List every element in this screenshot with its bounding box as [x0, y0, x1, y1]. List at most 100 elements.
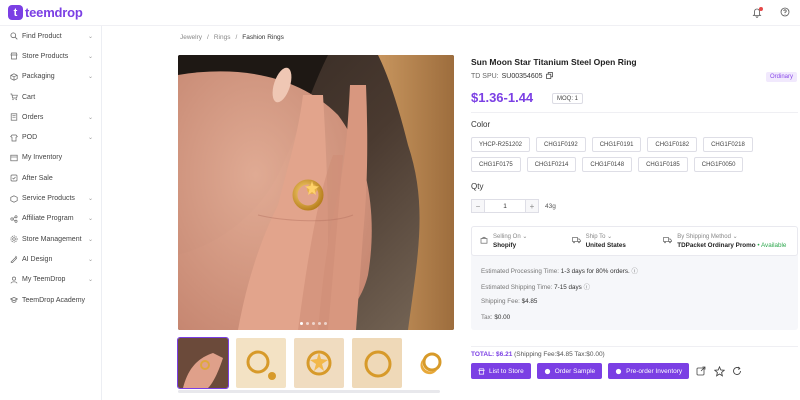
sidebar-item-packaging[interactable]: Packaging ⌄	[0, 67, 101, 87]
chevron-down-icon: ⌄	[87, 33, 93, 40]
ship-to-selector[interactable]: Ship To ⌄ United States	[564, 227, 656, 255]
carousel-dot[interactable]	[300, 322, 303, 325]
sidebar-item-label: Packaging	[22, 73, 55, 81]
cart-icon	[9, 93, 18, 102]
spu-value: SU00354605	[501, 73, 543, 80]
carousel-dot[interactable]	[324, 322, 327, 325]
chevron-down-icon: ⌄	[87, 236, 93, 243]
color-option[interactable]: CHG1F0218	[703, 137, 753, 152]
product-weight: 43g	[545, 202, 556, 210]
star-icon[interactable]	[713, 365, 725, 377]
order-total: TOTAL: $6.21 (Shipping Fee:$4.85 Tax:$0.…	[471, 351, 605, 358]
sidebar-item-my-inventory[interactable]: My Inventory	[0, 148, 101, 168]
sample-icon	[544, 368, 551, 375]
color-label: Color	[471, 120, 491, 129]
list-to-store-button[interactable]: List to Store	[471, 363, 531, 379]
sidebar-item-orders[interactable]: Orders ⌄	[0, 107, 101, 127]
sidebar-item-store-management[interactable]: Store Management ⌄	[0, 229, 101, 249]
carousel-dot[interactable]	[306, 322, 309, 325]
search-icon	[9, 32, 18, 41]
sidebar-item-label: Find Product	[22, 32, 62, 40]
product-title: Sun Moon Star Titanium Steel Open Ring	[471, 57, 637, 67]
breadcrumb-item-rings[interactable]: Rings	[214, 34, 231, 41]
thumbnail-5[interactable]	[410, 338, 460, 388]
pod-icon	[9, 133, 18, 142]
notification-bell-icon[interactable]	[752, 7, 763, 18]
qty-plus-button[interactable]: +	[525, 199, 539, 213]
inventory-icon	[615, 368, 622, 375]
shipping-method-value: TDPacket Ordinary Promo • Available	[677, 242, 787, 249]
thumbnail-1[interactable]	[177, 337, 229, 389]
shipping-panel: Selling On ⌄ Shopify Ship To ⌄ United St…	[471, 226, 798, 330]
breadcrumb-item-jewelry[interactable]: Jewelry	[180, 34, 202, 41]
after-sale-icon	[9, 174, 18, 183]
carousel-dot[interactable]	[318, 322, 321, 325]
thumbnail-3[interactable]	[294, 338, 344, 388]
color-option[interactable]: CHG1F0192	[536, 137, 586, 152]
sidebar-item-ai-design[interactable]: AI Design ⌄	[0, 249, 101, 269]
copy-icon[interactable]	[545, 72, 553, 81]
sidebar-item-label: After Sale	[22, 174, 53, 182]
selling-on-selector[interactable]: Selling On ⌄ Shopify	[472, 227, 564, 255]
sidebar-item-find-product[interactable]: Find Product ⌄	[0, 26, 101, 46]
divider	[471, 346, 798, 347]
logo[interactable]: t teemdrop	[8, 5, 83, 20]
color-option[interactable]: CHG1F0185	[638, 157, 688, 172]
chevron-down-icon: ⌄	[87, 74, 93, 81]
color-option[interactable]: CHG1F0191	[591, 137, 642, 152]
sidebar-item-label: AI Design	[22, 255, 53, 263]
qty-input[interactable]: 1	[485, 199, 525, 213]
pre-order-inventory-button[interactable]: Pre-order Inventory	[608, 363, 690, 379]
shipping-method-selector[interactable]: By Shipping Method ⌄ TDPacket Ordinary P…	[655, 227, 797, 255]
sidebar-item-cart[interactable]: Cart	[0, 87, 101, 107]
qty-minus-button[interactable]: −	[471, 199, 485, 213]
sidebar-item-affiliate-program[interactable]: Affiliate Program ⌄	[0, 209, 101, 229]
sidebar-item-my-teemdrop[interactable]: My TeemDrop ⌄	[0, 270, 101, 290]
color-option[interactable]: YHCP-R251202	[471, 137, 531, 152]
processing-time: Estimated Processing Time: 1-3 days for …	[481, 268, 638, 275]
sidebar-item-label: Orders	[22, 113, 44, 121]
thumbnail-scrollbar[interactable]	[178, 390, 440, 393]
sidebar-item-service-products[interactable]: Service Products ⌄	[0, 188, 101, 208]
main-product-image[interactable]	[178, 55, 454, 330]
info-icon[interactable]: ⓘ	[632, 268, 638, 275]
order-sample-button[interactable]: Order Sample	[536, 363, 603, 379]
color-option[interactable]: CHG1F0148	[582, 157, 633, 172]
store-management-icon	[9, 235, 18, 244]
truck-icon	[571, 236, 581, 246]
thumbnail-4[interactable]	[352, 338, 402, 388]
color-option[interactable]: CHG1F0182	[647, 137, 698, 152]
info-icon[interactable]: ⓘ	[584, 284, 590, 291]
top-bar: t teemdrop	[0, 0, 800, 26]
breadcrumb-separator: /	[207, 34, 209, 41]
chevron-down-icon: ⌄	[87, 216, 93, 223]
total-value: $6.21	[496, 351, 513, 358]
shipping-method-label: By Shipping Method ⌄	[677, 234, 738, 240]
sidebar-item-pod[interactable]: POD ⌄	[0, 127, 101, 147]
sidebar-item-teemdrop-academy[interactable]: TeemDrop Academy	[0, 290, 101, 310]
color-option[interactable]: CHG1F0214	[526, 157, 577, 172]
help-icon[interactable]	[780, 7, 790, 19]
ship-to-label: Ship To ⌄	[585, 234, 613, 240]
share-icon[interactable]	[695, 365, 707, 377]
ai-design-icon	[9, 255, 18, 264]
sidebar-item-after-sale[interactable]: After Sale	[0, 168, 101, 188]
availability-status: • Available	[757, 242, 787, 249]
color-option[interactable]: CHG1F0050	[693, 157, 744, 172]
sidebar-item-label: TeemDrop Academy	[22, 296, 86, 304]
content-gutter	[102, 26, 160, 400]
thumbnail-2[interactable]	[236, 338, 286, 388]
breadcrumb: Jewelry / Rings / Fashion Rings	[180, 34, 284, 41]
chevron-down-icon: ⌄	[87, 256, 93, 263]
carousel-dot[interactable]	[312, 322, 315, 325]
color-option[interactable]: CHG1F0175	[471, 157, 521, 172]
sidebar-item-label: POD	[22, 134, 38, 142]
notification-dot	[759, 7, 763, 11]
selling-on-value: Shopify	[493, 242, 517, 249]
selling-on-label: Selling On ⌄	[493, 234, 528, 240]
affiliate-icon	[9, 214, 18, 223]
qty-label: Qty	[471, 182, 484, 191]
ordinary-badge: Ordinary	[766, 72, 798, 82]
sidebar-item-store-products[interactable]: Store Products ⌄	[0, 46, 101, 66]
refresh-icon[interactable]	[731, 365, 743, 377]
